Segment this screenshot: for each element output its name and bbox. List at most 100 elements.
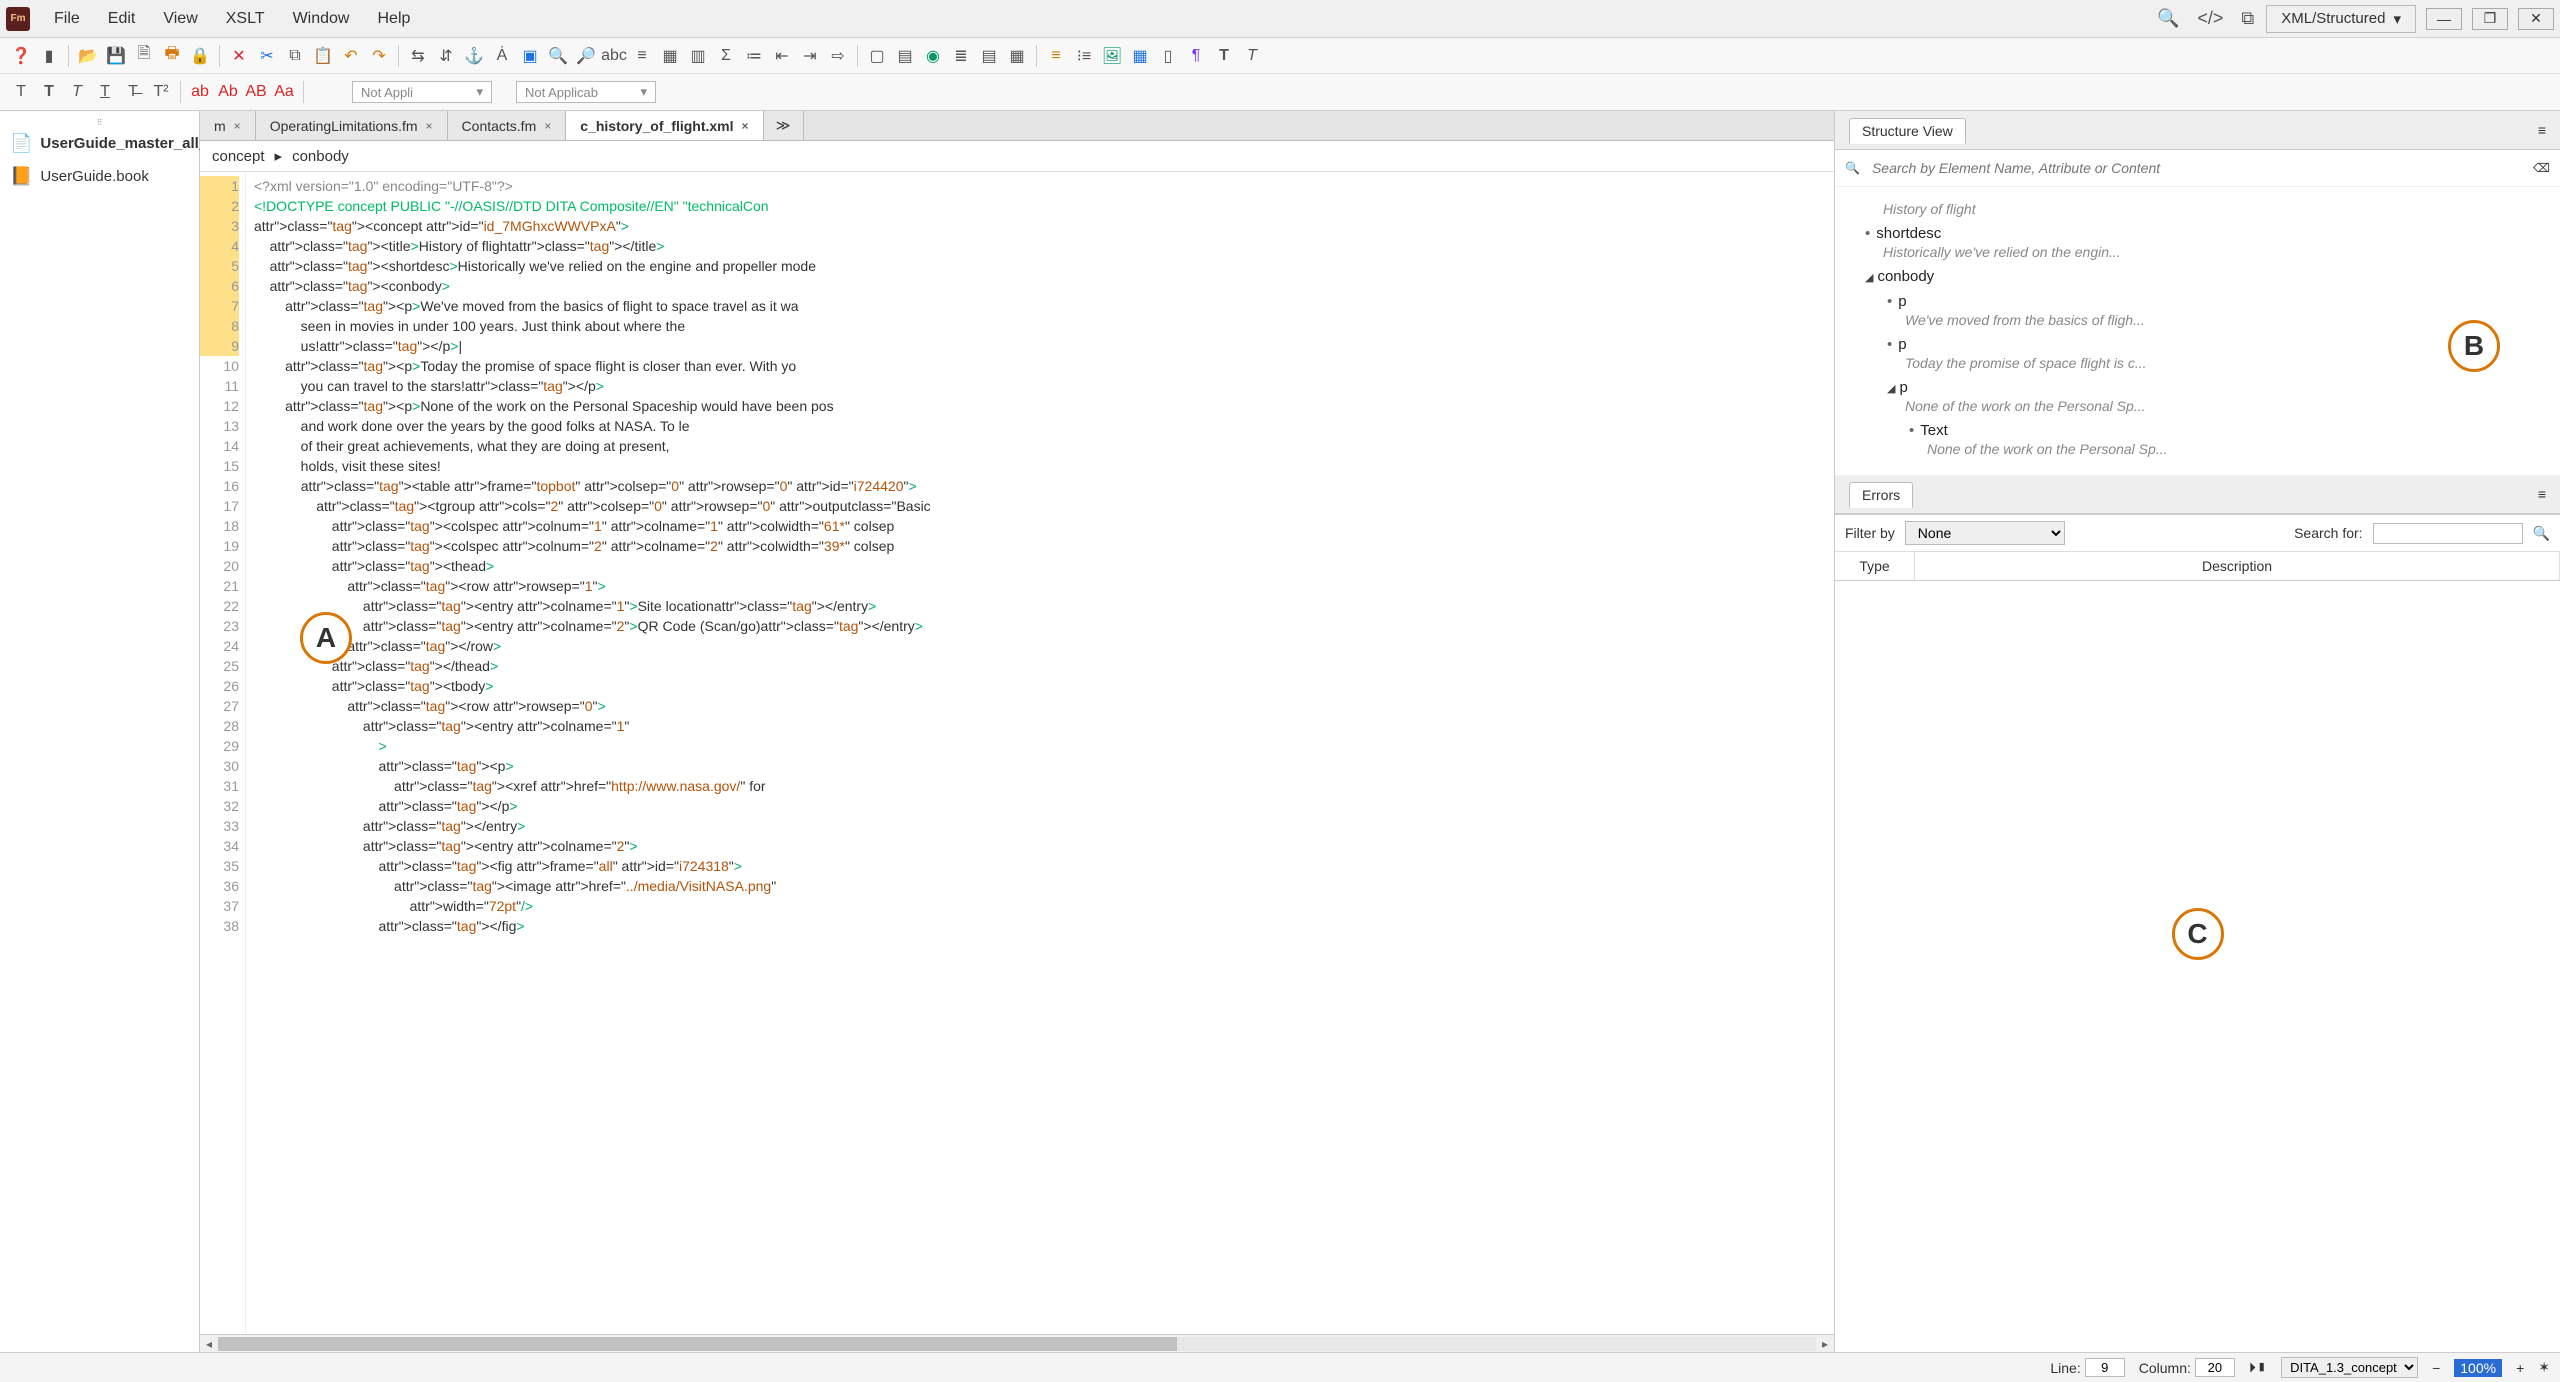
panel-handle-icon[interactable]: ⠿: [0, 117, 199, 127]
tree-node[interactable]: •shortdescHistorically we've relied on t…: [1865, 221, 2548, 264]
tree-node[interactable]: •TextNone of the work on the Personal Sp…: [1909, 418, 2548, 461]
toggle-a-icon[interactable]: ⇆: [405, 43, 431, 69]
bold-icon[interactable]: T: [1211, 43, 1237, 69]
close-icon[interactable]: ×: [234, 119, 241, 133]
menu-window[interactable]: Window: [279, 4, 364, 34]
view-b-icon[interactable]: ▤: [892, 43, 918, 69]
search-icon[interactable]: 🔍: [2151, 4, 2185, 33]
book-file-userguide[interactable]: 📙 UserGuide.book: [0, 160, 199, 193]
filter-select[interactable]: None: [1905, 521, 2065, 545]
text-strike-icon[interactable]: T̶: [120, 79, 146, 105]
zoom-fit-icon[interactable]: ✶: [2538, 1359, 2550, 1376]
menu-file[interactable]: File: [40, 4, 94, 34]
align-b-icon[interactable]: ▤: [976, 43, 1002, 69]
book-file-master[interactable]: 📄 UserGuide_master_all_fi...: [0, 127, 199, 160]
scroll-left-icon[interactable]: ◂: [200, 1335, 218, 1353]
cut-icon[interactable]: ✂: [254, 43, 280, 69]
structure-tree[interactable]: History of flight•shortdescHistorically …: [1835, 187, 2560, 475]
text-plain-icon[interactable]: T: [8, 79, 34, 105]
indent2-icon[interactable]: ⇨: [825, 43, 851, 69]
tree-node[interactable]: ◢conbody: [1865, 264, 2548, 289]
breadcrumb-concept[interactable]: concept: [212, 148, 265, 165]
tree-node[interactable]: •pWe've moved from the basics of fligh..…: [1887, 289, 2548, 332]
errors-search-input[interactable]: [2373, 523, 2523, 544]
find-icon[interactable]: 🔍: [545, 43, 571, 69]
close-icon[interactable]: ×: [544, 119, 551, 133]
tab-operating-limitations[interactable]: OperatingLimitations.fm×: [256, 111, 448, 140]
maximize-button[interactable]: ❐: [2472, 8, 2508, 30]
tab-overflow[interactable]: ≫: [764, 111, 804, 140]
structure-toggle-icon[interactable]: ⧉: [2235, 4, 2260, 33]
tree-node[interactable]: History of flight: [1865, 195, 2548, 221]
doctype-select[interactable]: DITA_1.3_concept: [2281, 1357, 2418, 1378]
clear-search-icon[interactable]: ⌫: [2533, 161, 2550, 175]
titlecase-icon[interactable]: Ab: [215, 79, 241, 105]
validate-icon[interactable]: ◉: [920, 43, 946, 69]
scroll-thumb[interactable]: [218, 1337, 1177, 1351]
save-all-icon[interactable]: 🗎: [131, 43, 157, 69]
redo-icon[interactable]: ↷: [366, 43, 392, 69]
char-style-combo[interactable]: Not Applicab▾: [516, 81, 656, 103]
image-icon[interactable]: 🖼: [1099, 43, 1125, 69]
paste-icon[interactable]: 📋: [310, 43, 336, 69]
undo-icon[interactable]: ↶: [338, 43, 364, 69]
code-area[interactable]: <?xml version="1.0" encoding="UTF-8"?><!…: [246, 172, 1834, 1334]
horizontal-scrollbar[interactable]: ◂ ▸: [200, 1334, 1834, 1352]
flow-icon[interactable]: ⏵▮: [2249, 1359, 2267, 1376]
col-type[interactable]: Type: [1835, 552, 1915, 580]
text-bold-icon[interactable]: T: [36, 79, 62, 105]
code-editor[interactable]: 1234567891011121314151617181920212223242…: [200, 172, 1834, 1334]
zoom-out-icon[interactable]: −: [2432, 1360, 2440, 1376]
char-icon[interactable]: Ȧ: [489, 43, 515, 69]
structure-search-input[interactable]: [1868, 156, 2525, 180]
close-button[interactable]: ✕: [2518, 8, 2554, 30]
new-doc-icon[interactable]: ▮: [36, 43, 62, 69]
zoom-in-icon[interactable]: +: [2516, 1360, 2524, 1376]
close-icon[interactable]: ×: [426, 119, 433, 133]
anchor-icon[interactable]: ⚓: [461, 43, 487, 69]
code-view-icon[interactable]: </>: [2191, 4, 2229, 33]
list-a-icon[interactable]: ≔: [741, 43, 767, 69]
open-icon[interactable]: 📂: [75, 43, 101, 69]
note-icon[interactable]: ▯: [1155, 43, 1181, 69]
table2-icon[interactable]: ▥: [685, 43, 711, 69]
lowercase-icon[interactable]: ab: [187, 79, 213, 105]
table-icon[interactable]: ▦: [657, 43, 683, 69]
find-replace-icon[interactable]: 🔎: [573, 43, 599, 69]
panel-menu-icon[interactable]: ≡: [2538, 486, 2546, 502]
breadcrumb-conbody[interactable]: conbody: [292, 148, 349, 165]
tab-contacts[interactable]: Contacts.fm×: [448, 111, 567, 140]
menu-edit[interactable]: Edit: [94, 4, 150, 34]
spellcheck-icon[interactable]: abc: [601, 43, 627, 69]
errors-tab[interactable]: Errors: [1849, 482, 1913, 508]
uppercase-icon[interactable]: AB: [243, 79, 269, 105]
italic-icon[interactable]: T: [1239, 43, 1265, 69]
minimize-button[interactable]: —: [2426, 8, 2462, 30]
zoom-value[interactable]: 100%: [2454, 1359, 2502, 1377]
panel-menu-icon[interactable]: ≡: [2538, 122, 2546, 138]
para-style-combo[interactable]: Not Appli▾: [352, 81, 492, 103]
menu-xslt[interactable]: XSLT: [212, 4, 279, 34]
menu-view[interactable]: View: [149, 4, 211, 34]
col-description[interactable]: Description: [1915, 552, 2560, 580]
scroll-right-icon[interactable]: ▸: [1816, 1335, 1834, 1353]
help-icon[interactable]: ❓: [8, 43, 34, 69]
lock-icon[interactable]: 🔒: [187, 43, 213, 69]
bullet-list-icon[interactable]: ⁝≡: [1071, 43, 1097, 69]
toggle-b-icon[interactable]: ⇵: [433, 43, 459, 69]
search-go-icon[interactable]: 🔍: [2533, 525, 2550, 542]
text-super-icon[interactable]: T²: [148, 79, 174, 105]
element-a-icon[interactable]: ▣: [517, 43, 543, 69]
save-icon[interactable]: 💾: [103, 43, 129, 69]
tree-node[interactable]: ◢pNone of the work on the Personal Sp...: [1887, 375, 2548, 418]
sigma-icon[interactable]: Σ: [713, 43, 739, 69]
print-icon[interactable]: 🖶: [159, 43, 185, 69]
tab-history-of-flight[interactable]: c_history_of_flight.xml×: [566, 111, 763, 140]
menu-help[interactable]: Help: [363, 4, 424, 34]
indent-icon[interactable]: ⇥: [797, 43, 823, 69]
tab-hidden-left[interactable]: m×: [200, 111, 256, 140]
align-a-icon[interactable]: ≣: [948, 43, 974, 69]
outdent-icon[interactable]: ⇤: [769, 43, 795, 69]
text-underline-icon[interactable]: T: [92, 79, 118, 105]
copy-icon[interactable]: ⧉: [282, 43, 308, 69]
